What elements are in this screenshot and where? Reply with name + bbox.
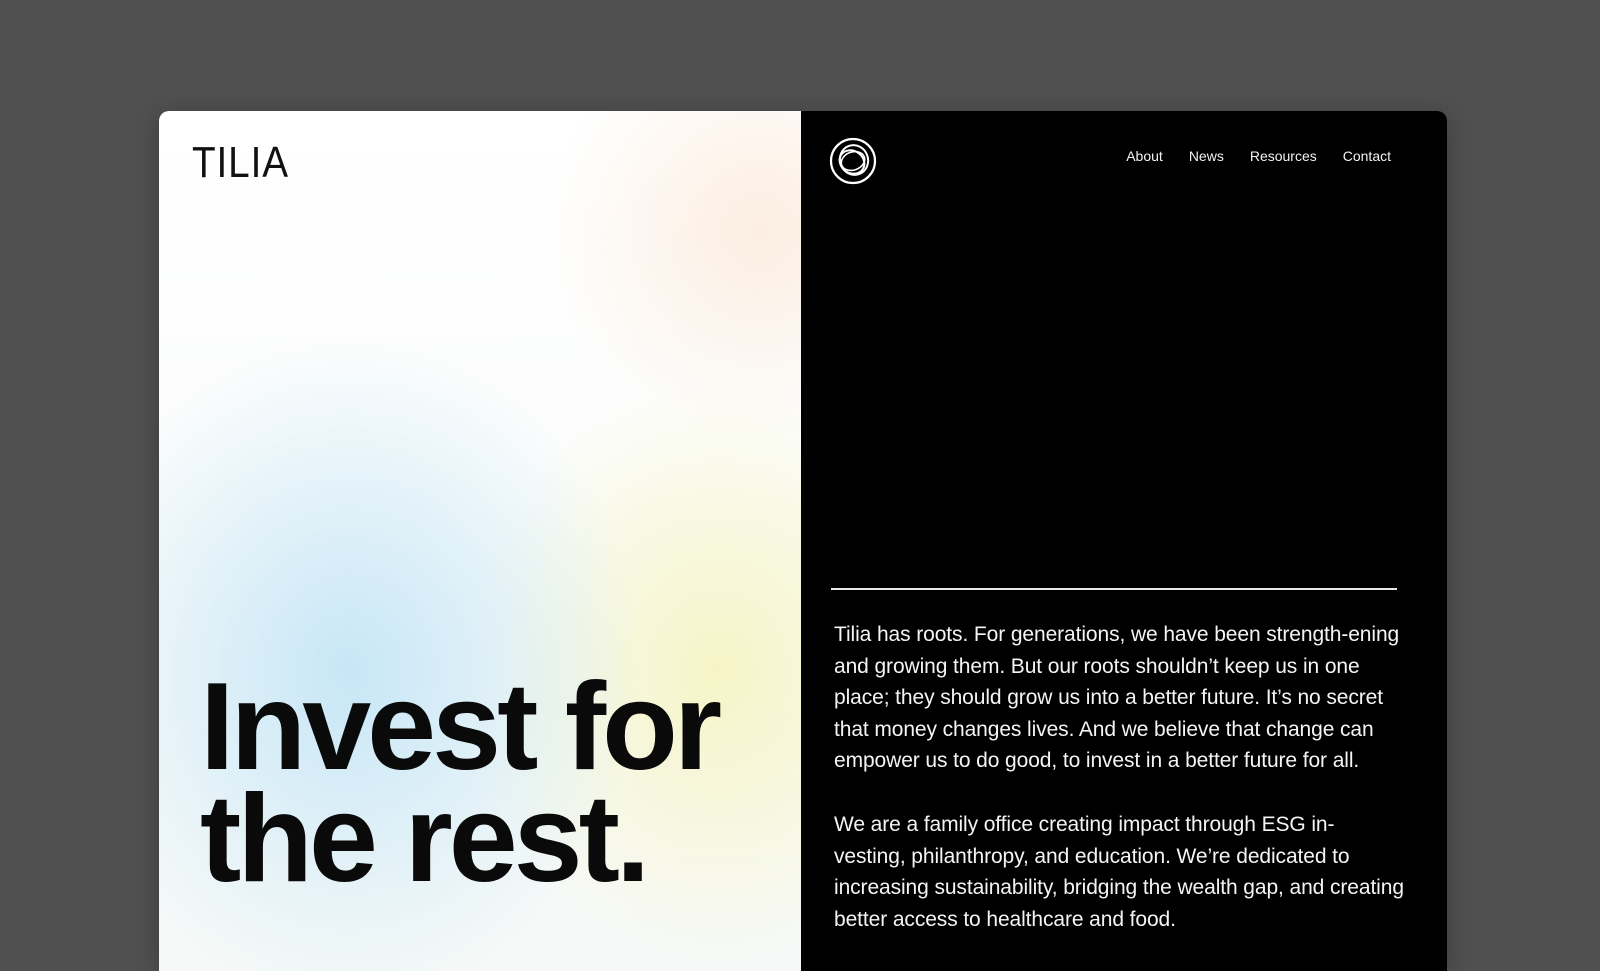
- intro-paragraph-2: We are a family office creating impact t…: [834, 812, 1404, 931]
- nav-link-resources[interactable]: Resources: [1250, 148, 1317, 164]
- hero-headline-line-1: Invest for: [200, 658, 722, 796]
- intro-panel: About News Resources Contact Tilia has r…: [801, 111, 1447, 971]
- section-divider: [831, 588, 1397, 590]
- circular-rings-logo-icon[interactable]: [829, 137, 877, 185]
- nav-link-contact[interactable]: Contact: [1343, 148, 1391, 164]
- nav-link-about[interactable]: About: [1126, 148, 1163, 164]
- hero-headline: Invest for the rest.: [200, 658, 722, 908]
- tilia-wordmark-logo[interactable]: TILIA: [192, 141, 289, 185]
- hero-headline-line-2: the rest.: [200, 770, 650, 908]
- main-nav: About News Resources Contact: [1126, 148, 1391, 164]
- intro-paragraph-1: Tilia has roots. For generations, we hav…: [834, 623, 1400, 773]
- nav-link-news[interactable]: News: [1189, 148, 1224, 164]
- hero-panel: TILIA Invest for the rest.: [159, 111, 801, 971]
- site-frame: TILIA Invest for the rest. About News Re…: [159, 111, 1447, 971]
- intro-copy: Tilia has roots. For generations, we hav…: [834, 619, 1404, 967]
